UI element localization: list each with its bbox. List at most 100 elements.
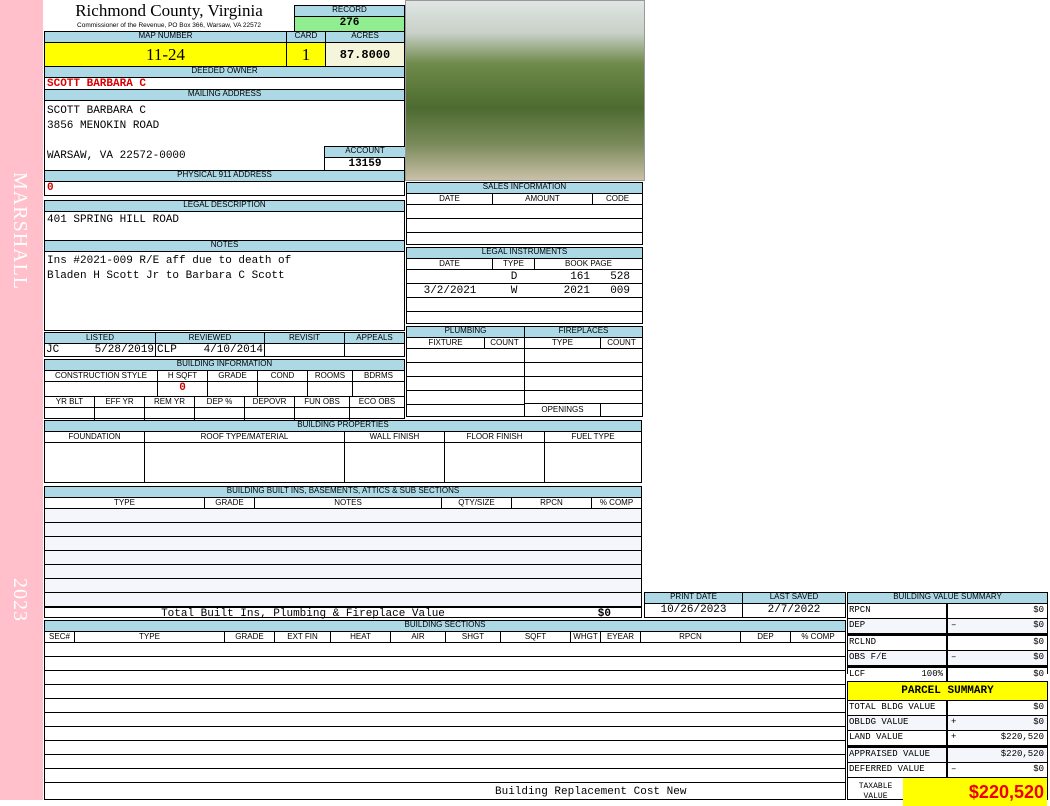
acres-value: 87.8000 [326, 43, 404, 67]
summary-row: OBS F/E – $0 [848, 651, 1047, 668]
summary-row: LAND VALUE + $220,520 [848, 731, 1047, 748]
owner-label: DEEDED OWNER [45, 67, 404, 78]
fireplaces: FIREPLACES TYPE COUNT OPENINGS [524, 326, 643, 417]
instrument-type: W [510, 285, 518, 297]
dates-box: PRINT DATE 10/26/2023 LAST SAVED 2/7/202… [644, 592, 846, 618]
account-box: ACCOUNT 13159 [324, 146, 405, 171]
revisit-value [265, 344, 345, 357]
building-properties: BUILDING PROPERTIES FOUNDATION ROOF TYPE… [44, 420, 642, 483]
parcel-summary: PARCEL SUMMARY TOTAL BLDG VALUE $0 OBLDG V… [847, 681, 1048, 806]
replacement-cost-label: Building Replacement Cost New [495, 786, 687, 798]
mailing-label: MAILING ADDRESS [45, 90, 404, 101]
rooms-header: ROOMS [308, 371, 353, 382]
section-header: SHGT [446, 632, 501, 643]
mailing-line2: 3856 MENOKIN ROAD [47, 120, 160, 132]
legal-description: 401 SPRING HILL ROAD [47, 214, 180, 226]
section-header: TYPE [75, 632, 225, 643]
summary-value: $0 [1033, 620, 1044, 630]
summary-value: $0 [1033, 669, 1044, 679]
summary-row: TOTAL BLDG VALUE $0 [848, 701, 1047, 716]
lcf-percent: 100% [921, 669, 943, 679]
section-header: % COMP [791, 632, 845, 643]
mailing-line1: SCOTT BARBARA C [47, 105, 147, 117]
section-header: HEAT [331, 632, 391, 643]
section-header: WHGT [571, 632, 601, 643]
plumbing-label: PLUMBING [407, 327, 524, 338]
summary-value: $0 [1033, 702, 1044, 712]
print-date-label: PRINT DATE [645, 593, 742, 604]
dep-pct-header: DEP % [195, 397, 245, 408]
physical-address-section: PHYSICAL 911 ADDRESS 0 [44, 170, 405, 196]
notes-label: NOTES [45, 241, 404, 252]
instrument-type-header: TYPE [493, 259, 535, 270]
sales-rows [407, 205, 642, 245]
account-label: ACCOUNT [325, 147, 405, 158]
county-title: Richmond County, Virginia [75, 1, 263, 20]
builtin-comp-header: % COMP [592, 498, 641, 509]
acres-label: ACRES [326, 32, 404, 43]
parcel-summary-title: PARCEL SUMMARY [848, 682, 1047, 701]
map-row: MAP NUMBER 11-24 CARD 1 ACRES 87.8000 [44, 31, 405, 67]
record-box: RECORD 276 [294, 5, 405, 31]
plumbing-count-header: COUNT [485, 338, 524, 349]
eff-yr-header: EFF YR [95, 397, 145, 408]
legal-description-label: LEGAL DESCRIPTION [45, 201, 404, 212]
instrument-type: D [510, 271, 518, 283]
legal-instruments: LEGAL INSTRUMENTS DATE TYPE BOOK PAGE D … [406, 247, 643, 324]
physical-address: 0 [47, 182, 54, 194]
summary-value: $0 [1033, 717, 1044, 727]
summary-label: RCLND [849, 637, 877, 647]
summary-value: $220,520 [1000, 749, 1044, 759]
listed-label: LISTED [45, 333, 156, 343]
instrument-date [407, 270, 493, 284]
revisit-label: REVISIT [265, 333, 345, 343]
building-information-label: BUILDING INFORMATION [45, 360, 404, 371]
roof-header: ROOF TYPE/MATERIAL [145, 432, 345, 443]
section-header: DEP [741, 632, 791, 643]
section-header: EYEAR [601, 632, 641, 643]
fuel-type-header: FUEL TYPE [545, 432, 641, 443]
instruments-label: LEGAL INSTRUMENTS [407, 248, 642, 259]
listed-by: JC [46, 344, 60, 356]
sales-information: SALES INFORMATION DATE AMOUNT CODE [406, 182, 643, 245]
summary-label: DEP [849, 620, 866, 630]
summary-label: OBLDG VALUE [849, 717, 909, 727]
floor-finish-header: FLOOR FINISH [445, 432, 545, 443]
tax-year: 2023 [9, 578, 31, 622]
review-section: LISTED REVIEWED REVISIT APPEALS JC 5/28/2… [44, 332, 405, 357]
physical-address-label: PHYSICAL 911 ADDRESS [45, 171, 404, 182]
print-date: 10/26/2023 [660, 604, 727, 616]
grade-header: GRADE [208, 371, 258, 382]
instrument-book: 161 [570, 271, 590, 283]
summary-operator: + [951, 732, 957, 742]
summary-label: APPRAISED VALUE [849, 749, 931, 759]
building-sections: BUILDING SECTIONS SEC# TYPE GRADE EXT FIN HE… [44, 620, 846, 800]
summary-label: OBS F/E [849, 652, 887, 662]
summary-label: RPCN [849, 605, 871, 615]
instrument-page: 009 [610, 285, 630, 297]
summary-label: TOTAL BLDG VALUE [849, 702, 936, 712]
instrument-row: 3/2/2021 W 2021 009 [407, 284, 642, 298]
section-header: SQFT [501, 632, 571, 643]
rem-yr-header: REM YR [145, 397, 195, 408]
summary-label: LCF [849, 669, 866, 679]
summary-operator: – [951, 764, 957, 774]
builtin-rpcn-header: RPCN [512, 498, 592, 509]
foundation-header: FOUNDATION [45, 432, 145, 443]
cond-header: COND [258, 371, 308, 382]
hsqft-header: H SQFT [158, 371, 208, 382]
summary-label: DEFERRED VALUE [849, 764, 925, 774]
summary-row: APPRAISED VALUE $220,520 [848, 748, 1047, 763]
instrument-row: D 161 528 [407, 270, 642, 284]
fireplaces-label: FIREPLACES [525, 327, 642, 338]
section-header: SEC# [45, 632, 75, 643]
builtin-notes-header: NOTES [255, 498, 442, 509]
sales-amount-header: AMOUNT [493, 194, 593, 205]
bdrms-header: BDRMS [353, 371, 404, 382]
sections-label: BUILDING SECTIONS [45, 621, 845, 632]
district-strip: MARSHALL 2023 [0, 0, 43, 800]
reviewed-by: CLP [157, 344, 177, 356]
instrument-date: 3/2/2021 [423, 285, 477, 297]
instrument-date-header: DATE [407, 259, 493, 270]
taxable-label: TAXABLE VALUE [858, 782, 893, 801]
